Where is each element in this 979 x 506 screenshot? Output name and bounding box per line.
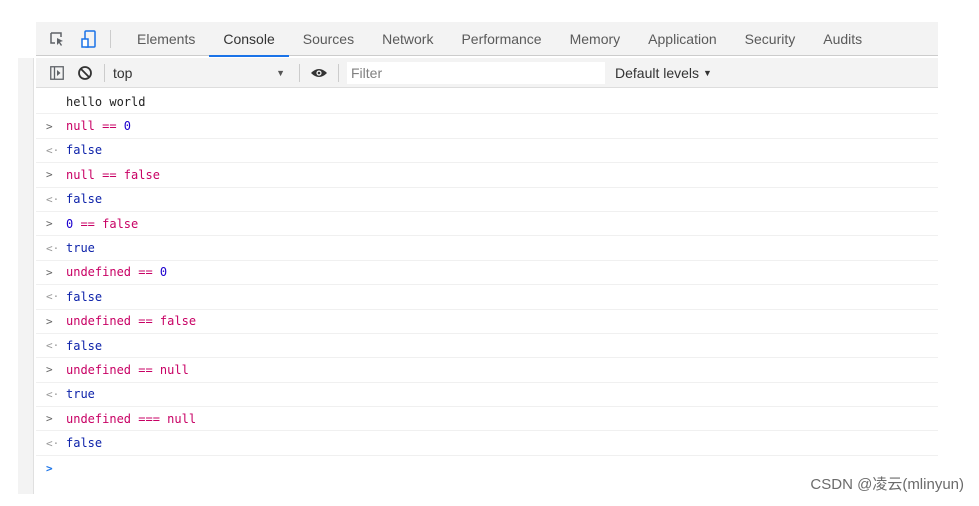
- output-row: <· false: [36, 139, 938, 164]
- output-value: false: [66, 436, 103, 451]
- input-row: > 0 == false: [36, 212, 938, 237]
- input-expression: undefined == false: [66, 314, 197, 329]
- output-row: <· false: [36, 334, 938, 359]
- output-row: <· false: [36, 431, 938, 456]
- context-selector[interactable]: top ▼: [113, 65, 291, 81]
- output-row: <· false: [36, 188, 938, 212]
- output-marker-icon: <·: [46, 387, 60, 401]
- output-marker-icon: <·: [46, 241, 60, 255]
- tab-performance[interactable]: Performance: [447, 22, 555, 56]
- devtools-tabbar: Elements Console Sources Network Perform…: [36, 22, 938, 57]
- input-row: > undefined == false: [36, 310, 938, 334]
- input-expression-number: 0: [66, 216, 74, 231]
- input-expression: null == false: [66, 167, 160, 182]
- output-row: <· true: [36, 236, 938, 261]
- tab-sources[interactable]: Sources: [289, 22, 368, 56]
- input-expression-number: 0: [159, 265, 168, 280]
- input-expression-number: 0: [123, 119, 132, 134]
- input-row: > undefined === null: [36, 407, 938, 432]
- console-output: hello world > null == 0 <· false > null …: [36, 90, 938, 480]
- inspect-element-icon[interactable]: [46, 28, 68, 50]
- output-row: <· true: [36, 383, 938, 408]
- tab-application[interactable]: Application: [634, 22, 731, 56]
- output-marker-icon: <·: [46, 436, 60, 450]
- tab-elements[interactable]: Elements: [123, 22, 209, 56]
- output-value: true: [66, 241, 95, 256]
- log-levels-dropdown[interactable]: Default levels ▼: [615, 65, 712, 81]
- input-expression-keyword: undefined ==: [66, 265, 160, 280]
- input-marker-icon: >: [46, 119, 53, 133]
- input-marker-icon: >: [46, 412, 53, 426]
- input-row: > undefined == 0: [36, 261, 938, 286]
- filter-input[interactable]: [347, 61, 605, 84]
- toolbar-separator: [299, 63, 300, 82]
- input-marker-icon: >: [46, 363, 53, 377]
- output-marker-icon: <·: [46, 143, 60, 157]
- log-levels-label: Default levels: [615, 64, 700, 81]
- left-rail: [18, 58, 34, 494]
- chevron-down-icon: ▼: [276, 67, 285, 78]
- output-row: <· false: [36, 285, 938, 310]
- toolbar-separator: [104, 63, 105, 82]
- output-marker-icon: <·: [46, 290, 60, 304]
- watermark: CSDN @凌云(mlinyun): [810, 476, 964, 493]
- output-value: false: [66, 338, 103, 353]
- tab-security[interactable]: Security: [731, 22, 810, 56]
- context-value: top: [113, 64, 133, 81]
- tab-memory[interactable]: Memory: [556, 22, 635, 56]
- input-expression: undefined == null: [66, 362, 189, 377]
- tab-audits[interactable]: Audits: [809, 22, 876, 56]
- tab-network[interactable]: Network: [368, 22, 447, 56]
- device-toolbar-icon[interactable]: [78, 28, 100, 50]
- input-row: > null == false: [36, 163, 938, 188]
- input-marker-icon: >: [46, 168, 53, 182]
- log-message: hello world: [66, 94, 146, 109]
- input-row: > null == 0: [36, 114, 938, 139]
- tab-console[interactable]: Console: [209, 22, 290, 57]
- output-value: true: [66, 387, 95, 402]
- tabbar-separator: [110, 29, 111, 48]
- toolbar-separator: [338, 63, 339, 82]
- input-expression-keyword: == false: [73, 216, 139, 231]
- live-expression-eye-icon[interactable]: [308, 62, 330, 84]
- input-expression-keyword: null ==: [66, 119, 124, 134]
- input-marker-icon: >: [46, 314, 53, 328]
- log-row: hello world: [36, 90, 938, 115]
- output-value: false: [66, 192, 103, 207]
- show-sidebar-icon[interactable]: [46, 62, 68, 84]
- clear-console-icon[interactable]: [74, 62, 96, 84]
- input-marker-icon: >: [46, 265, 53, 279]
- input-row: > undefined == null: [36, 358, 938, 383]
- prompt-chevron-icon: >: [46, 461, 53, 475]
- console-toolbar: top ▼ Default levels ▼: [36, 58, 938, 88]
- input-expression: undefined === null: [66, 411, 197, 426]
- console-prompt[interactable]: >: [36, 456, 938, 480]
- input-marker-icon: >: [46, 217, 53, 231]
- output-value: false: [66, 289, 103, 304]
- output-marker-icon: <·: [46, 339, 60, 353]
- output-value: false: [66, 143, 103, 158]
- output-marker-icon: <·: [46, 192, 60, 206]
- chevron-down-icon: ▼: [703, 67, 712, 78]
